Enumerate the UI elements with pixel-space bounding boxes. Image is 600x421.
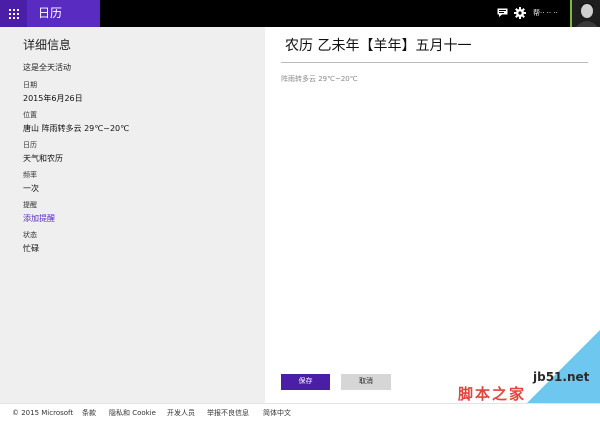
footer-report-link[interactable]: 举报不良信息 xyxy=(207,408,249,418)
details-panel: 详细信息 这是全天活动 日期 2015年6月26日 位置 唐山 阵雨转多云 29… xyxy=(0,27,265,403)
frequency-value: 一次 xyxy=(23,184,39,193)
message-icon[interactable] xyxy=(497,8,508,17)
gear-icon[interactable] xyxy=(514,7,526,19)
app-title: 日历 xyxy=(38,6,63,20)
all-day-note: 这是全天活动 xyxy=(23,63,71,72)
footer-language-link[interactable]: 简体中文 xyxy=(263,408,291,418)
footer: © 2015 Microsoft 条款 隐私和 Cookie 开发人员 举报不良… xyxy=(0,403,600,421)
event-title[interactable]: 农历 乙未年【羊年】五月十一 xyxy=(285,36,471,56)
footer-developers-link[interactable]: 开发人员 xyxy=(167,408,195,418)
location-value: 唐山 阵雨转多云 29℃~20℃ xyxy=(23,124,130,133)
watermark-triangle xyxy=(527,330,600,403)
footer-terms-link[interactable]: 条款 xyxy=(82,408,96,418)
calendar-value: 天气和农历 xyxy=(23,154,63,163)
app-title-tab[interactable]: 日历 xyxy=(27,0,100,27)
location-label: 位置 xyxy=(23,111,37,119)
frequency-label: 频率 xyxy=(23,171,37,179)
calendar-label: 日历 xyxy=(23,141,37,149)
footer-privacy-link[interactable]: 隐私和 Cookie xyxy=(109,408,156,418)
watermark-site: jb51.net xyxy=(533,370,590,384)
footer-copyright: © 2015 Microsoft xyxy=(12,409,74,417)
add-reminder-link[interactable]: 添加提醒 xyxy=(23,213,55,224)
avatar-photo xyxy=(572,0,600,27)
event-description[interactable]: 阵雨转多云 29℃~20℃ xyxy=(281,74,358,84)
apps-grid-icon xyxy=(8,8,19,19)
save-button[interactable]: 保存 xyxy=(281,374,330,390)
top-bar: 日历 帮·· ·· ·· xyxy=(0,0,600,27)
reminder-label: 提醒 xyxy=(23,201,37,209)
date-value: 2015年6月26日 xyxy=(23,94,83,103)
avatar[interactable] xyxy=(570,0,600,27)
user-name[interactable]: 帮·· ·· ·· xyxy=(533,8,558,18)
status-value: 忙碌 xyxy=(23,244,39,253)
app-launcher-button[interactable] xyxy=(0,0,27,27)
title-divider xyxy=(281,62,588,63)
watermark-name: 脚本之家 xyxy=(458,385,527,403)
date-label: 日期 xyxy=(23,81,37,89)
status-label: 状态 xyxy=(23,231,37,239)
details-heading: 详细信息 xyxy=(23,38,72,52)
cancel-button[interactable]: 取消 xyxy=(341,374,391,390)
